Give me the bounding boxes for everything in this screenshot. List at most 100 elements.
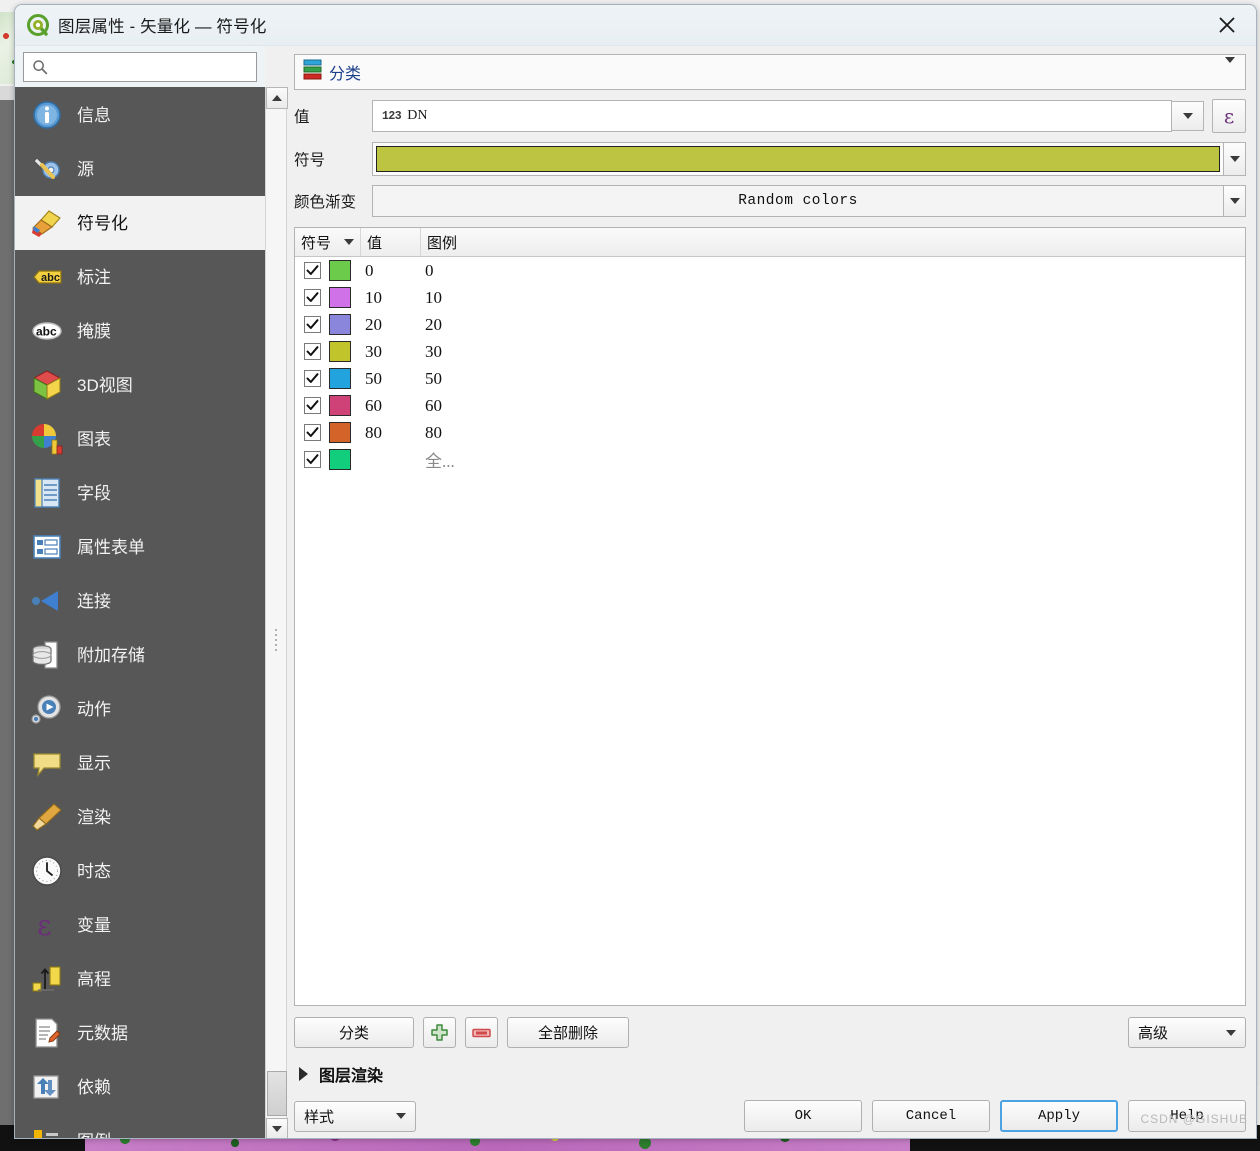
symbol-dropdown-button[interactable] [1224,142,1246,176]
table-row[interactable]: 10 10 [295,284,1245,311]
sidebar-item-actions[interactable]: 动作 [15,682,265,736]
delete-all-button[interactable]: 全部删除 [507,1017,629,1048]
row-symbol-cell[interactable] [329,314,361,335]
table-row[interactable]: 30 30 [295,338,1245,365]
advanced-button[interactable]: 高级 [1128,1017,1246,1048]
table-row[interactable]: 50 50 [295,365,1245,392]
row-checkbox[interactable] [303,343,321,360]
scroll-up-icon[interactable] [266,87,288,109]
row-legend-cell[interactable]: 60 [421,396,1245,416]
layer-rendering-section-toggle[interactable]: 图层渲染 [294,1062,1246,1086]
row-color-swatch[interactable] [329,422,351,443]
row-checkbox[interactable] [303,316,321,333]
ok-button[interactable]: OK [744,1100,862,1132]
row-checkbox-cell[interactable] [295,343,329,360]
row-checkbox-cell[interactable] [295,370,329,387]
row-legend-cell[interactable]: 20 [421,315,1245,335]
column-header-symbol[interactable]: 符号 [295,228,361,256]
row-symbol-cell[interactable] [329,395,361,416]
sidebar-item-elevation[interactable]: 高程 [15,952,265,1006]
table-row[interactable]: 00 [295,257,1245,284]
value-field-dropdown-button[interactable] [1172,101,1204,131]
row-color-swatch[interactable] [329,368,351,389]
sidebar-item-display[interactable]: 显示 [15,736,265,790]
row-color-swatch[interactable] [329,341,351,362]
color-ramp-combobox[interactable]: Random colors [372,185,1224,217]
sidebar-item-symbology[interactable]: 符号化 [15,196,265,250]
sidebar-item-joins[interactable]: 连接 [15,574,265,628]
table-row[interactable]: 60 60 [295,392,1245,419]
row-color-swatch[interactable] [329,395,351,416]
row-legend-cell[interactable]: 全... [421,447,1245,472]
row-value-cell[interactable]: 50 [361,369,421,389]
renderer-type-combobox[interactable]: 分类 [294,54,1246,90]
row-legend-cell[interactable]: 80 [421,423,1245,443]
row-value-cell[interactable]: 30 [361,342,421,362]
row-value-cell[interactable]: 80 [361,423,421,443]
row-checkbox-cell[interactable] [295,424,329,441]
expression-epsilon-icon[interactable]: ε [1212,99,1246,133]
table-row[interactable]: 全... [295,446,1245,473]
color-ramp-dropdown-button[interactable] [1224,185,1246,217]
row-color-swatch[interactable] [329,287,351,308]
help-button[interactable]: Help [1128,1100,1246,1132]
column-header-value[interactable]: 值 [361,228,421,256]
value-field-combobox[interactable]: 123 DN [372,100,1172,132]
sidebar-item-auxiliary-storage[interactable]: 附加存储 [15,628,265,682]
sidebar-item-labels[interactable]: abc 标注 [15,250,265,304]
row-checkbox[interactable] [303,451,321,468]
sidebar-item-diagrams[interactable]: 图表 [15,412,265,466]
row-symbol-cell[interactable] [329,449,361,470]
row-value-cell[interactable]: 60 [361,396,421,416]
row-symbol-cell[interactable] [329,260,361,281]
scroll-down-icon[interactable] [266,1118,288,1138]
style-button[interactable]: 样式 [294,1100,416,1132]
row-legend-cell[interactable]: 10 [421,288,1245,308]
row-color-swatch[interactable] [329,260,351,281]
column-header-legend[interactable]: 图例 [421,228,1245,256]
row-legend-cell[interactable]: 30 [421,342,1245,362]
row-checkbox[interactable] [303,397,321,414]
symbol-preview-button[interactable] [372,142,1224,176]
cancel-button[interactable]: Cancel [872,1100,990,1132]
row-legend-cell[interactable]: 50 [421,369,1245,389]
sidebar-item-variables[interactable]: ε 变量 [15,898,265,952]
remove-minus-icon[interactable] [465,1017,498,1048]
row-symbol-cell[interactable] [329,287,361,308]
add-plus-icon[interactable] [423,1017,456,1048]
sidebar-item-source[interactable]: 源 [15,142,265,196]
row-color-swatch[interactable] [329,449,351,470]
row-checkbox[interactable] [303,262,321,279]
sidebar-item-dependencies[interactable]: 依赖 [15,1060,265,1114]
row-checkbox-cell[interactable] [295,289,329,306]
row-checkbox[interactable] [303,370,321,387]
sidebar-item-fields[interactable]: 字段 [15,466,265,520]
sidebar-item-legend[interactable]: 图例 [15,1114,265,1138]
row-symbol-cell[interactable] [329,422,361,443]
row-value-cell[interactable]: 0 [361,261,421,281]
scrollbar-thumb[interactable] [267,1071,287,1116]
search-input[interactable] [54,58,256,76]
sidebar-item-rendering[interactable]: 渲染 [15,790,265,844]
row-symbol-cell[interactable] [329,368,361,389]
row-checkbox[interactable] [303,424,321,441]
row-legend-cell[interactable]: 0 [421,261,1245,281]
pane-splitter-handle[interactable] [273,626,279,666]
sidebar-item-masks[interactable]: abc 掩膜 [15,304,265,358]
classify-button[interactable]: 分类 [294,1017,414,1048]
table-row[interactable]: 80 80 [295,419,1245,446]
row-checkbox-cell[interactable] [295,397,329,414]
sidebar-item-3d-view[interactable]: 3D视图 [15,358,265,412]
table-row[interactable]: 20 20 [295,311,1245,338]
row-checkbox[interactable] [303,289,321,306]
row-value-cell[interactable]: 10 [361,288,421,308]
row-checkbox-cell[interactable] [295,451,329,468]
sidebar-item-temporal[interactable]: 时态 [15,844,265,898]
sidebar-item-attributes-form[interactable]: 属性表单 [15,520,265,574]
sidebar-scrollbar[interactable] [265,87,288,1138]
row-checkbox-cell[interactable] [295,262,329,279]
apply-button[interactable]: Apply [1000,1100,1118,1132]
row-checkbox-cell[interactable] [295,316,329,333]
sidebar-item-information[interactable]: 信息 [15,88,265,142]
row-color-swatch[interactable] [329,314,351,335]
